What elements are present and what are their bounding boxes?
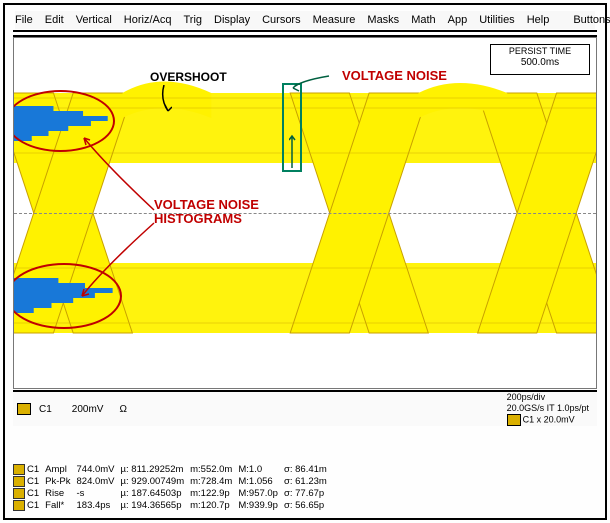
measurement-stats: C1Ampl744.0mVµ: 811.29252mm:552.0mM:1.0σ… — [13, 464, 597, 512]
stat-row: C1Fall*183.4psµ: 194.36565pm:120.7pM:939… — [13, 500, 333, 512]
menu-horizacq[interactable]: Horiz/Acq — [124, 14, 172, 26]
menu-utilities[interactable]: Utilities — [479, 14, 514, 26]
menu-edit[interactable]: Edit — [45, 14, 64, 26]
menu-file[interactable]: File — [15, 14, 33, 26]
persist-value: 500.0ms — [491, 57, 589, 69]
menu-math[interactable]: Math — [411, 14, 435, 26]
trigger-level: x 20.0mV — [537, 414, 575, 424]
persist-label: PERSIST TIME — [491, 46, 589, 57]
persist-time-readout: PERSIST TIME 500.0ms — [490, 44, 590, 75]
trigger-ch: C1 — [523, 414, 535, 424]
menu-help[interactable]: Help — [527, 14, 550, 26]
channel-id: C1 — [39, 404, 52, 415]
channel-color-chip-icon — [17, 403, 31, 415]
menu-display[interactable]: Display — [214, 14, 250, 26]
menu-measure[interactable]: Measure — [313, 14, 356, 26]
scope-graticule[interactable]: PERSIST TIME 500.0ms OVERSHOOT VOLTAGE N… — [13, 37, 597, 389]
menu-app[interactable]: App — [448, 14, 468, 26]
stat-row: C1Ampl744.0mVµ: 811.29252mm:552.0mM:1.0σ… — [13, 464, 333, 476]
menu-trig[interactable]: Trig — [183, 14, 202, 26]
overshoot-arrow-icon — [158, 85, 172, 115]
menu-cursors[interactable]: Cursors — [262, 14, 301, 26]
menu-buttons[interactable]: Buttons — [573, 14, 610, 26]
timebase: 200ps/div — [507, 392, 589, 403]
vertical-scale: 200mV — [72, 404, 104, 415]
menubar: File Edit Vertical Horiz/Acq Trig Displa… — [15, 11, 595, 29]
stat-row: C1Pk-Pk824.0mVµ: 929.00749mm:728.4mM:1.0… — [13, 476, 333, 488]
voltage-noise-arrows-icon — [289, 66, 349, 176]
sample-rate: 20.0GS/s IT 1.0ps/pt — [507, 403, 589, 414]
annotation-histograms: VOLTAGE NOISEHISTOGRAMS — [154, 198, 259, 227]
annotation-overshoot: OVERSHOOT — [150, 70, 227, 84]
toolbar-separator — [13, 30, 597, 37]
annotation-voltage-noise: VOLTAGE NOISE — [342, 68, 447, 83]
trigger-chip-icon — [507, 414, 521, 426]
coupling-symbol: Ω — [119, 404, 126, 415]
stat-row: C1Rise-sµ: 187.64503pm:122.9pM:957.0pσ: … — [13, 488, 333, 500]
menu-vertical[interactable]: Vertical — [76, 14, 112, 26]
channel-scale-bar: C1 200mV Ω 200ps/div 20.0GS/s IT 1.0ps/p… — [13, 390, 597, 426]
ground-marker-icon — [13, 208, 14, 218]
menu-masks[interactable]: Masks — [367, 14, 399, 26]
horizontal-axis — [14, 213, 596, 214]
